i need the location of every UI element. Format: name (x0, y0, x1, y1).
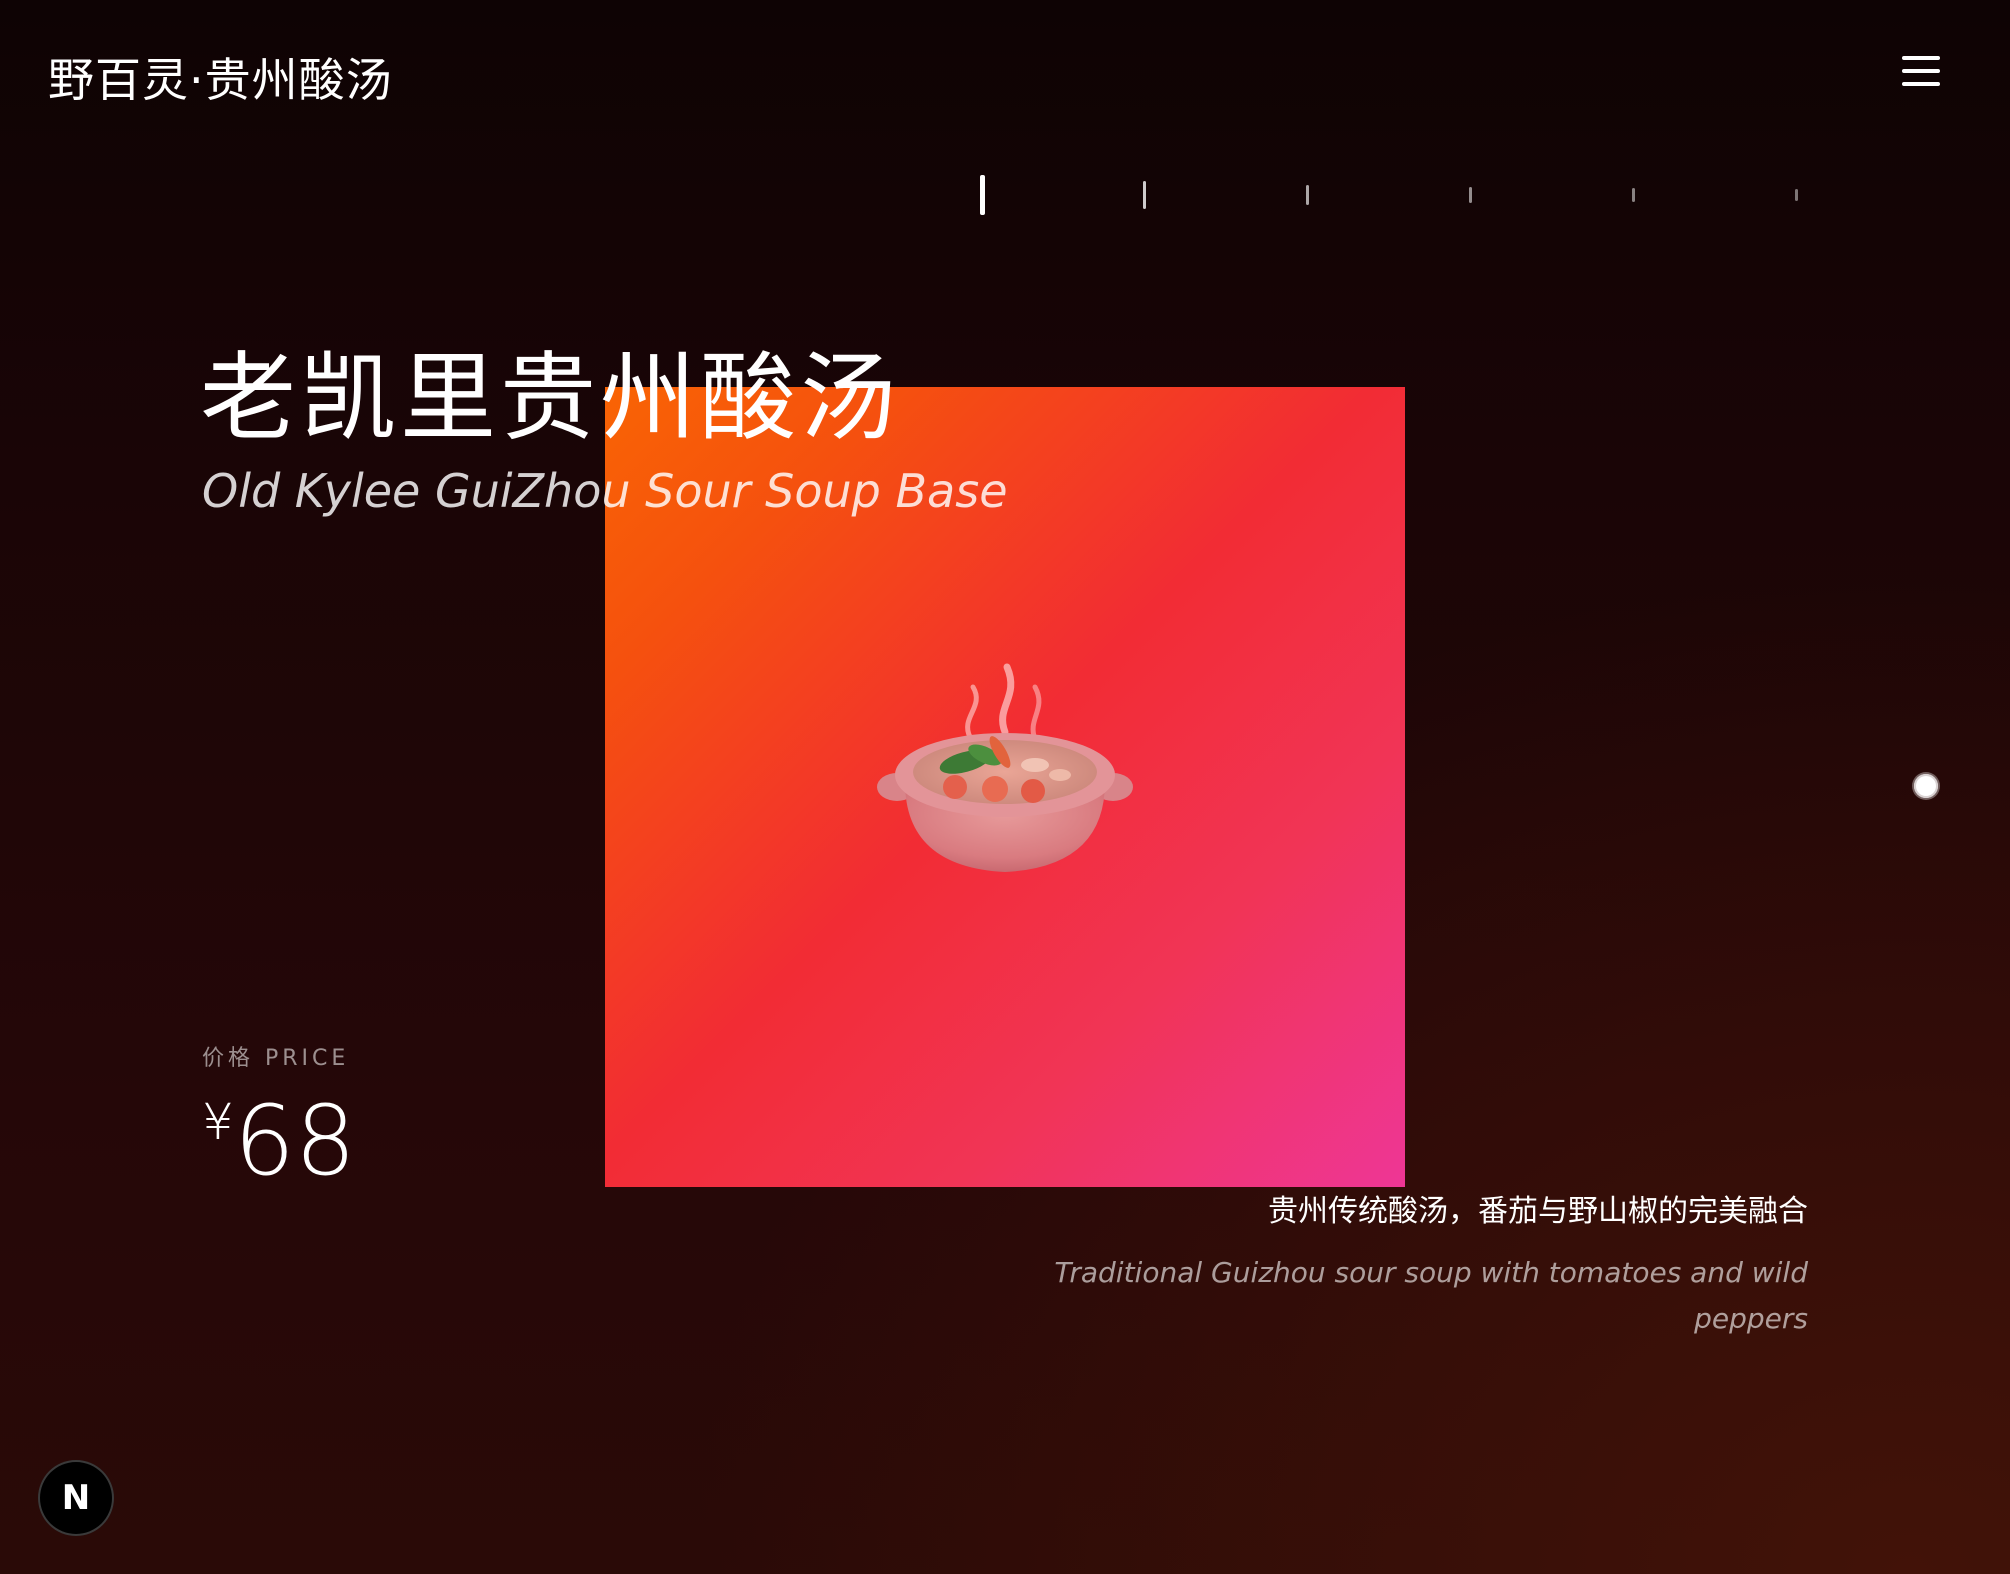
product-description-zh: 贵州传统酸汤，番茄与野山椒的完美融合 (1268, 1194, 1808, 1229)
nextjs-logo-icon[interactable]: N (40, 1462, 112, 1534)
carousel-tick[interactable] (1469, 187, 1472, 203)
carousel-tick[interactable] (1632, 188, 1635, 202)
price-value: ¥68 (202, 1085, 356, 1197)
scroll-dot-icon[interactable] (1914, 774, 1938, 798)
carousel-tick[interactable] (1143, 181, 1146, 209)
price-amount: 68 (233, 1085, 356, 1197)
product-title-en: Old Kylee GuiZhou Sour Soup Base (202, 464, 1008, 518)
brand-title[interactable]: 野百灵·贵州酸汤 (48, 44, 393, 110)
product-description-en: Traditional Guizhou sour soup with tomat… (1054, 1256, 1808, 1335)
menu-bar-bottom (1902, 82, 1940, 86)
product-title-zh: 老凯里贵州酸汤 (200, 342, 900, 454)
hamburger-menu-icon[interactable] (1902, 54, 1940, 88)
soup-pot-icon (877, 663, 1133, 872)
carousel-tick-active[interactable] (980, 175, 985, 215)
carousel-tick[interactable] (1306, 185, 1309, 205)
badge-letter: N (61, 1478, 91, 1518)
currency-symbol: ¥ (202, 1093, 234, 1151)
menu-bar-top (1902, 56, 1940, 60)
menu-bar-middle (1902, 69, 1940, 73)
price-label: 价格 PRICE (202, 1046, 350, 1071)
carousel-tick[interactable] (1795, 189, 1798, 201)
carousel-progress-ticks (980, 170, 1850, 220)
